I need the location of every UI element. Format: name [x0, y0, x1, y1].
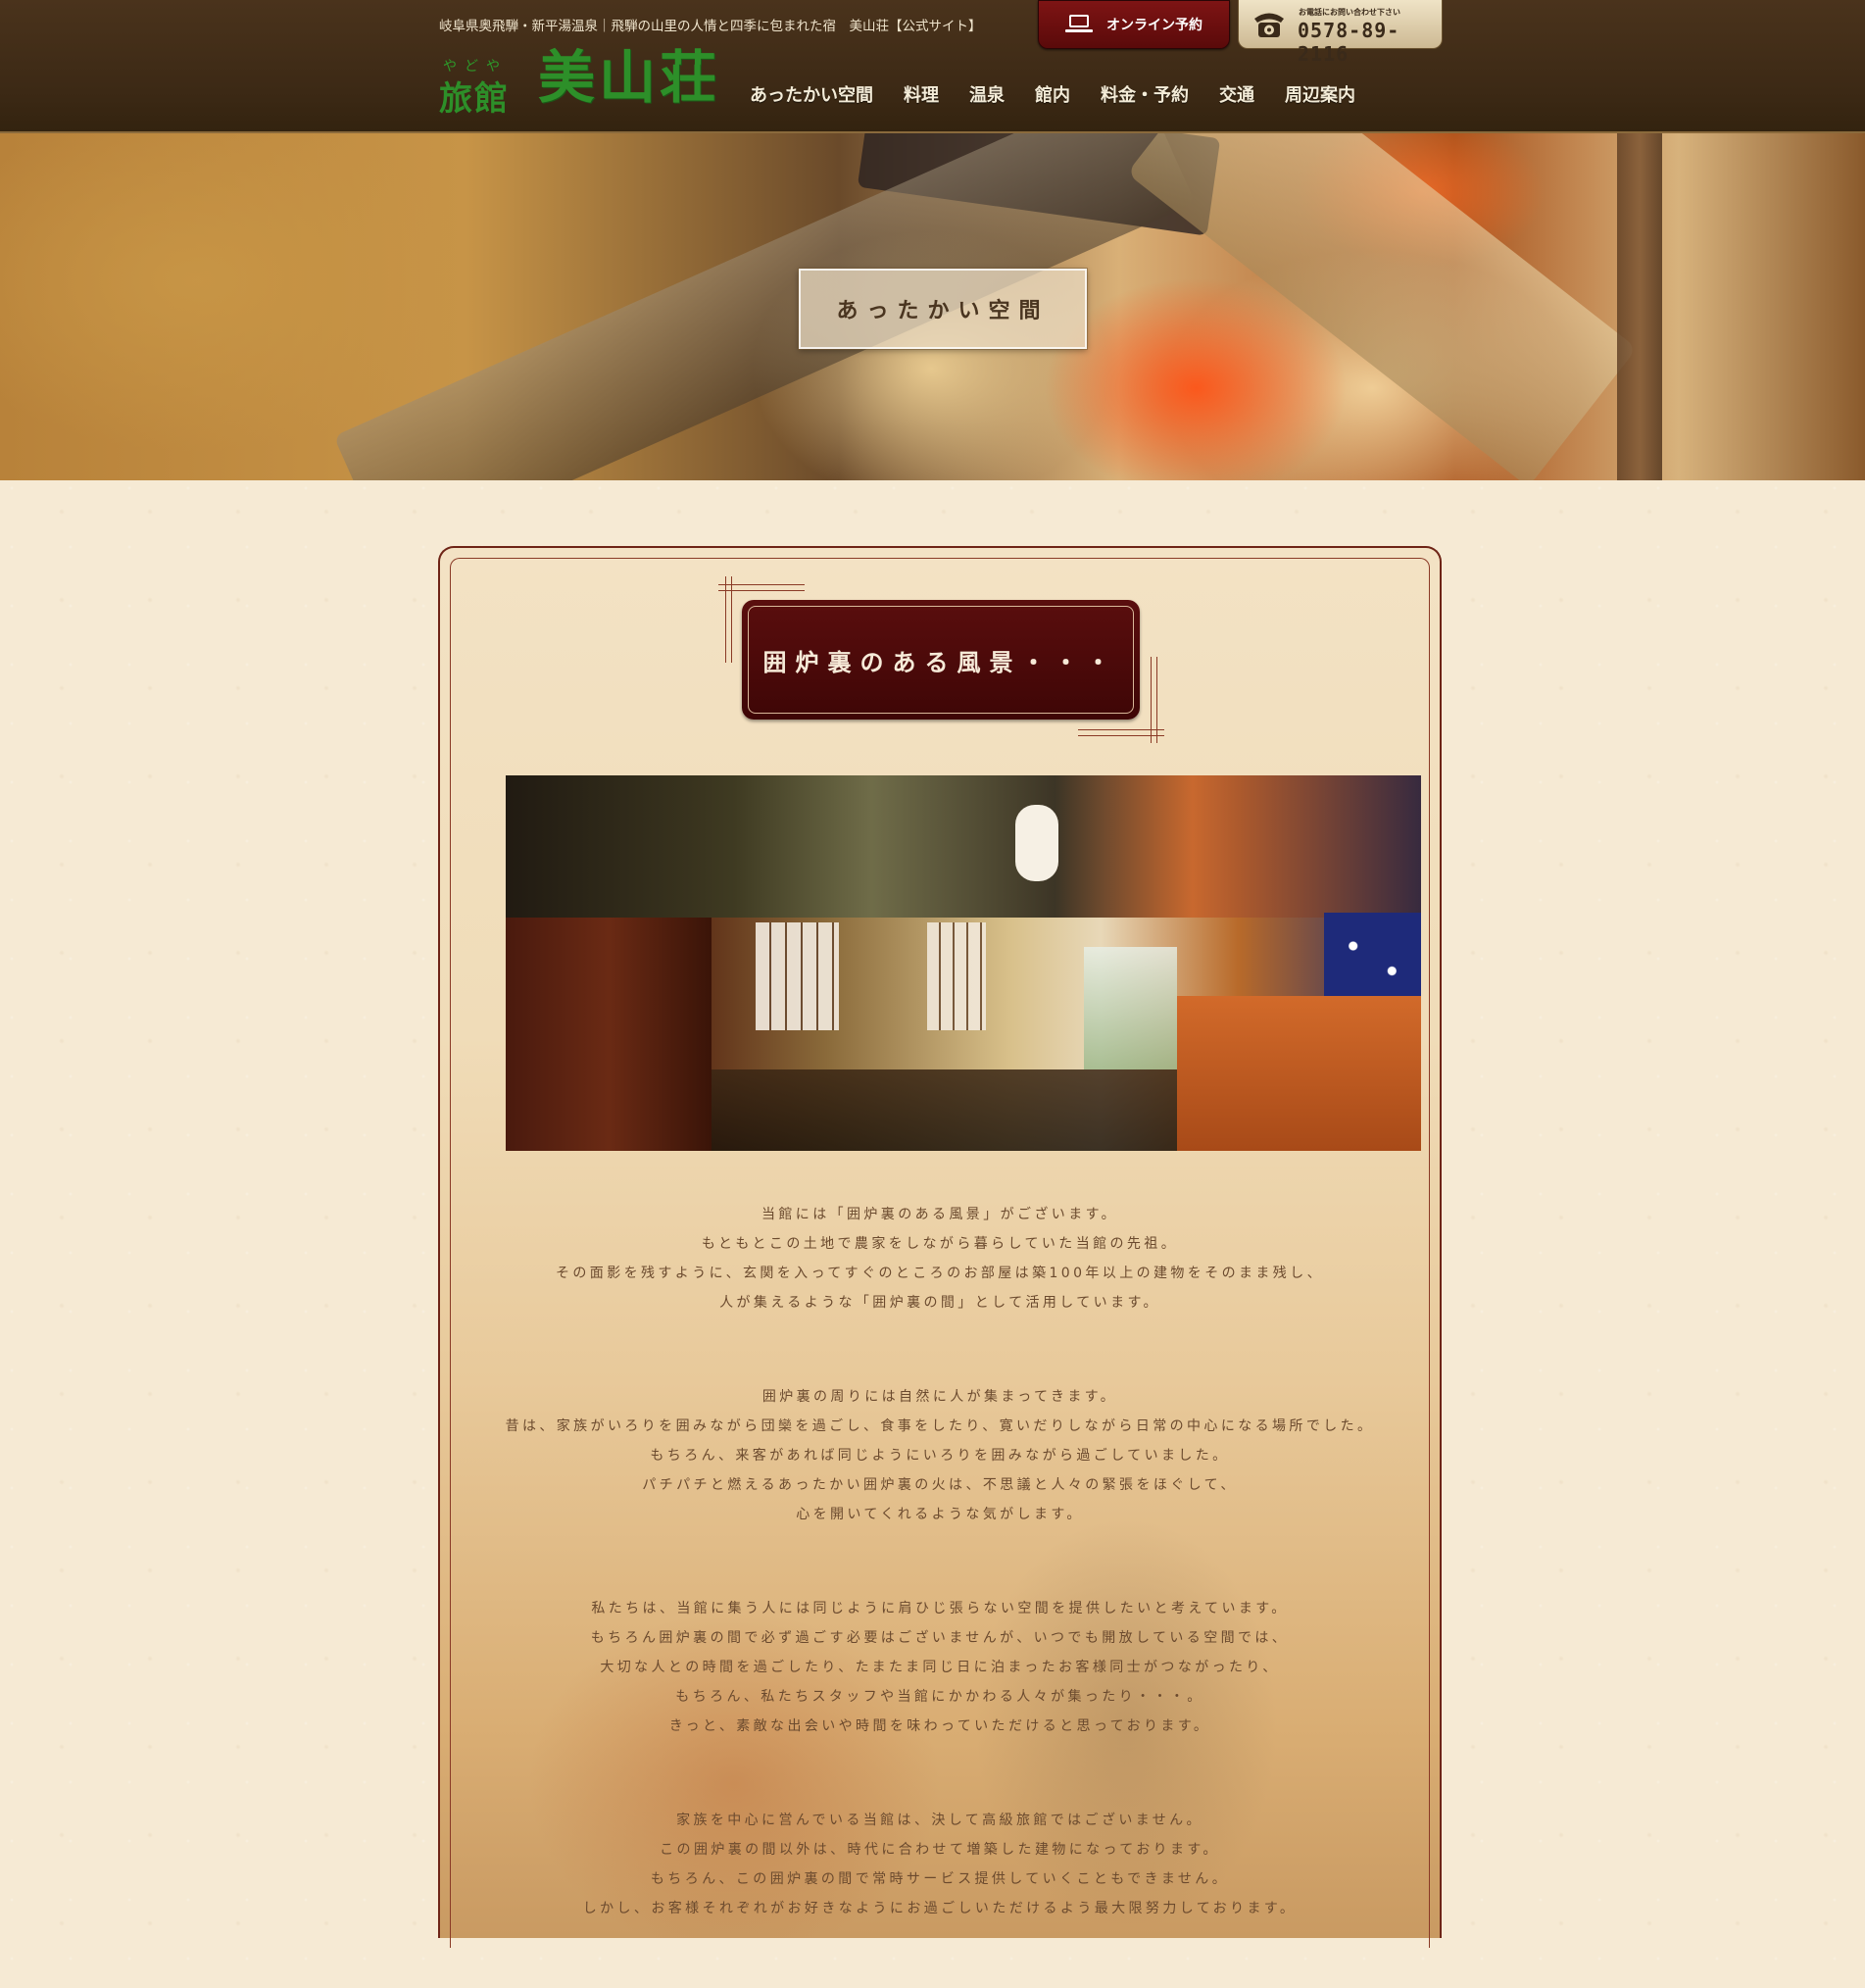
text-line: 心を開いてくれるような気がします。: [796, 1507, 1084, 1522]
phone-caption: お電話にお問い合わせ下さい: [1299, 8, 1400, 17]
laptop-icon: [1065, 15, 1095, 34]
photo-ceiling: [506, 775, 1421, 918]
text-line: パチパチと燃えるあったかい囲炉裏の火は、不思議と人々の緊張をほぐして、: [642, 1477, 1238, 1493]
text-line: きっと、素敵な出会いや時間を味わっていただけると思っております。: [668, 1718, 1211, 1734]
paragraph: 当館には「囲炉裏のある風景」がございます。 もともとこの土地で農家をしながら暮ら…: [438, 1200, 1442, 1317]
text-line: 私たちは、当館に集う人には同じように肩ひじ張らない空間を提供したいと考えています…: [591, 1601, 1289, 1616]
paragraph: 家族を中心に営んでいる当館は、決して高級旅館ではございません。 この囲炉裏の間以…: [438, 1806, 1442, 1923]
text-line: その面影を残すように、玄関を入ってすぐのところのお部屋は築100年以上の建物をそ…: [556, 1266, 1324, 1281]
title-deco-line: [725, 576, 726, 663]
site-tagline: 岐阜県奥飛騨・新平湯温泉｜飛騨の山里の人情と四季に包まれた宿 美山荘【公式サイト…: [439, 19, 982, 34]
logo-name: 美山荘: [538, 44, 721, 111]
text-line: もともとこの土地で農家をしながら暮らしていた当館の先祖。: [701, 1236, 1179, 1252]
paragraph: 囲炉裏の周りには自然に人が集まってきます。 昔は、家族がいろりを囲みながら団欒を…: [438, 1382, 1442, 1529]
main-nav: あったかい空間 料理 温泉 館内 料金・予約 交通 周辺案内: [750, 81, 1386, 107]
text-line: 囲炉裏の周りには自然に人が集まってきます。: [761, 1389, 1118, 1405]
photo-shoji-screen: [927, 922, 986, 1030]
title-deco-line: [1156, 657, 1157, 743]
section-title-plate: 囲炉裏のある風景・・・: [742, 600, 1140, 720]
title-deco-line: [731, 576, 732, 663]
online-booking-label: オンライン予約: [1106, 18, 1202, 33]
phone-contact-button[interactable]: お電話にお問い合わせ下さい 0578-89-2116: [1238, 0, 1443, 66]
photo-reception-counter: [1177, 996, 1421, 1151]
photo-wooden-door: [506, 918, 712, 1151]
text-line: もちろん、私たちスタッフや当館にかかわる人々が集ったり・・・。: [675, 1689, 1204, 1705]
hero-iron-pole: [1617, 133, 1662, 480]
text-line: 昔は、家族がいろりを囲みながら団欒を過ごし、食事をしたり、寛いだりしながら日常の…: [505, 1418, 1375, 1434]
telephone-icon: [1254, 13, 1284, 37]
photo-shoji-screen: [756, 922, 839, 1030]
body-text: 当館には「囲炉裏のある風景」がございます。 もともとこの土地で農家をしながら暮ら…: [438, 1200, 1442, 1988]
phone-number: 0578-89-2116: [1298, 19, 1400, 66]
text-line: もちろん囲炉裏の間で必ず過ごす必要はございませんが、いつでも開放している空間では…: [590, 1630, 1290, 1646]
nav-onsen[interactable]: 温泉: [969, 81, 1005, 107]
site-header: 岐阜県奥飛騨・新平湯温泉｜飛騨の山里の人情と四季に包まれた宿 美山荘【公式サイト…: [0, 0, 1865, 133]
text-line: この囲炉裏の間以外は、時代に合わせて増築した建物になっております。: [660, 1842, 1220, 1858]
hero-title: あったかい空間: [798, 268, 1088, 350]
online-booking-button[interactable]: オンライン予約: [1038, 0, 1230, 49]
nav-ryori[interactable]: 料理: [904, 81, 939, 107]
text-line: 人が集えるような「囲炉裏の間」として活用しています。: [719, 1295, 1160, 1311]
title-deco-line: [1151, 657, 1152, 743]
section-title: 囲炉裏のある風景・・・: [762, 648, 1119, 676]
photo-window: [1084, 947, 1177, 1069]
hero-log-shape: [1126, 133, 1638, 480]
logo-ryokan: 旅館: [439, 79, 510, 119]
text-line: もちろん、来客があれば同じようにいろりを囲みながら過ごしていました。: [650, 1448, 1230, 1464]
photo-lantern: [1015, 805, 1058, 881]
photo-noren-curtain: [1324, 913, 1421, 996]
irori-lobby-photo: [506, 775, 1421, 1151]
nav-kannai[interactable]: 館内: [1035, 81, 1070, 107]
text-line: もちろん、この囲炉裏の間で常時サービス提供していくこともできません。: [650, 1871, 1230, 1887]
nav-atatakai-kukan[interactable]: あったかい空間: [750, 81, 873, 107]
nav-shuhen-annai[interactable]: 周辺案内: [1285, 81, 1355, 107]
text-line: 当館には「囲炉裏のある風景」がございます。: [761, 1207, 1118, 1222]
text-line: 大切な人との時間を過ごしたり、たまたま同じ日に泊まったお客様同士がつながったり、: [600, 1660, 1280, 1675]
paragraph: 私たちは、当館に集う人には同じように肩ひじ張らない空間を提供したいと考えています…: [438, 1594, 1442, 1741]
text-line: 家族を中心に営んでいる当館は、決して高級旅館ではございません。: [676, 1813, 1203, 1828]
text-line: しかし、お客様それぞれがお好きなようにお過ごしいただけるよう最大限努力しておりま…: [582, 1901, 1298, 1916]
nav-kotsu[interactable]: 交通: [1219, 81, 1254, 107]
nav-ryokin-yoyaku[interactable]: 料金・予約: [1101, 81, 1189, 107]
